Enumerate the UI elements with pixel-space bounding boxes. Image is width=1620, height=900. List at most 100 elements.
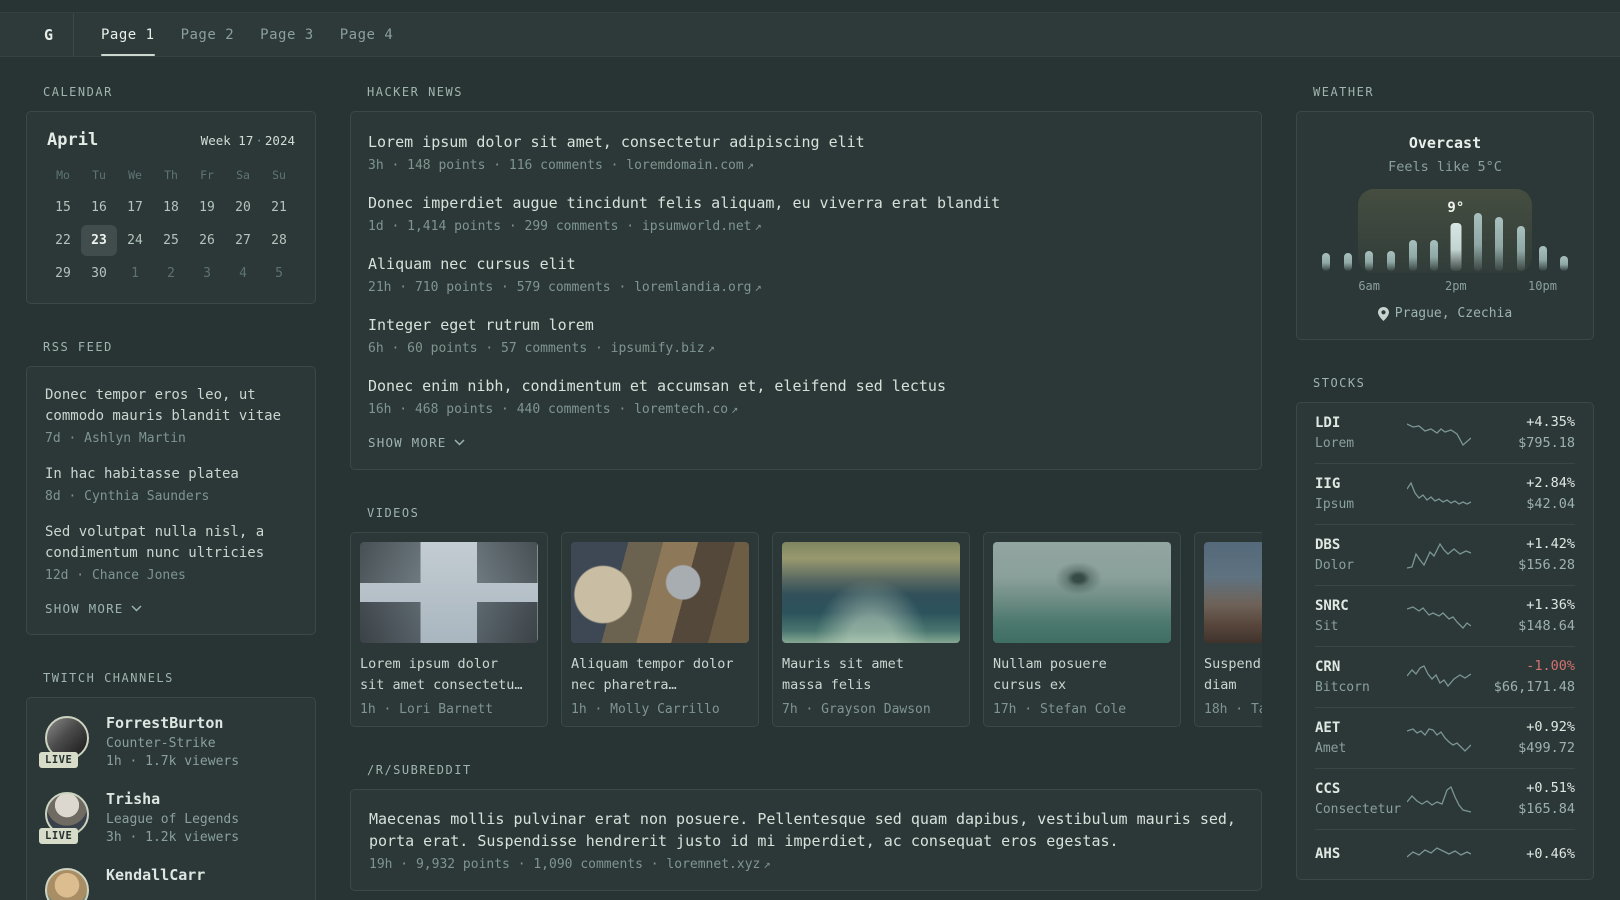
video-thumbnail[interactable] xyxy=(571,542,749,643)
rss-item-title[interactable]: Donec tempor eros leo, ut commodo mauris… xyxy=(45,385,297,427)
stock-sparkline xyxy=(1407,422,1471,446)
page-tabs: Page 1 Page 2 Page 3 Page 4 xyxy=(88,13,406,56)
subreddit-widget: /R/SUBREDDIT Maecenas mollis pulvinar er… xyxy=(350,763,1262,891)
twitch-channel[interactable]: LIVE ForrestBurton Counter-Strike 1h · 1… xyxy=(39,714,297,769)
hn-item-title[interactable]: Donec imperdiet augue tincidunt felis al… xyxy=(368,192,1244,214)
calendar-day[interactable]: 28 xyxy=(261,225,297,256)
channel-name[interactable]: ForrestBurton xyxy=(106,714,239,732)
calendar-day[interactable]: 25 xyxy=(153,225,189,256)
calendar-day[interactable]: 15 xyxy=(45,192,81,223)
video-card[interactable]: Suspendisse diam 18h · Tara xyxy=(1194,532,1262,727)
hn-show-more-button[interactable]: SHOW MORE xyxy=(368,435,1244,450)
hn-item-title[interactable]: Donec enim nibh, condimentum et accumsan… xyxy=(368,375,1244,397)
weather-feels-like: Feels like 5°C xyxy=(1388,159,1502,175)
calendar-day[interactable]: 26 xyxy=(189,225,225,256)
rss-item-title[interactable]: In hac habitasse platea xyxy=(45,464,297,485)
hn-item-domain[interactable]: loremdomain.com xyxy=(626,158,743,173)
hn-item-meta: 1d · 1,414 points · 299 comments · ipsum… xyxy=(368,219,1244,234)
calendar-day-selected[interactable]: 23 xyxy=(81,225,117,256)
stock-row[interactable]: AET Amet +0.92% $499.72 xyxy=(1315,707,1575,768)
hn-item-domain[interactable]: ipsumworld.net xyxy=(642,219,752,234)
calendar-day-next-month[interactable]: 2 xyxy=(153,258,189,289)
subreddit-post-domain[interactable]: loremnet.xyz xyxy=(666,857,760,872)
rss-show-more-button[interactable]: SHOW MORE xyxy=(45,601,297,616)
twitch-channel[interactable]: KendallCarr xyxy=(45,866,297,900)
video-card[interactable]: Mauris sit amet massa felis 7h · Grayson… xyxy=(772,532,970,727)
channel-name[interactable]: KendallCarr xyxy=(106,866,205,884)
calendar-day[interactable]: 22 xyxy=(45,225,81,256)
hn-item-title[interactable]: Lorem ipsum dolor sit amet, consectetur … xyxy=(368,131,1244,153)
calendar-day[interactable]: 29 xyxy=(45,258,81,289)
channel-category[interactable]: League of Legends xyxy=(106,812,239,827)
tab-page-4[interactable]: Page 4 xyxy=(327,13,407,56)
video-title[interactable]: Lorem ipsum dolor sit amet consectetu… xyxy=(360,654,538,696)
hn-item: Lorem ipsum dolor sit amet, consectetur … xyxy=(368,131,1244,173)
app-logo[interactable]: G xyxy=(24,13,74,56)
weather-bar xyxy=(1408,240,1417,271)
hn-item-domain[interactable]: ipsumify.biz xyxy=(611,341,705,356)
calendar-day-next-month[interactable]: 5 xyxy=(261,258,297,289)
video-thumbnail[interactable] xyxy=(782,542,960,643)
video-title[interactable]: Nullam posuere cursus ex xyxy=(993,654,1171,696)
stock-row[interactable]: CRN Bitcorn -1.00% $66,171.48 xyxy=(1315,646,1575,707)
calendar-day[interactable]: 27 xyxy=(225,225,261,256)
video-title[interactable]: Suspendisse diam xyxy=(1204,654,1262,696)
calendar-day[interactable]: 18 xyxy=(153,192,189,223)
stock-row[interactable]: SNRC Sit +1.36% $148.64 xyxy=(1315,585,1575,646)
subreddit-post-title[interactable]: Maecenas mollis pulvinar erat non posuer… xyxy=(369,808,1243,852)
calendar-day-next-month[interactable]: 4 xyxy=(225,258,261,289)
external-link-icon: ↗ xyxy=(754,219,762,233)
dot-separator: · xyxy=(255,133,263,148)
video-card[interactable]: Aliquam tempor dolor nec pharetra… 1h · … xyxy=(561,532,759,727)
calendar-day-next-month[interactable]: 3 xyxy=(189,258,225,289)
rss-card: Donec tempor eros leo, ut commodo mauris… xyxy=(26,366,316,635)
hn-item-title[interactable]: Aliquam nec cursus elit xyxy=(368,253,1244,275)
video-card[interactable]: Lorem ipsum dolor sit amet consectetu… 1… xyxy=(350,532,548,727)
stock-change: +0.46% xyxy=(1526,845,1575,862)
top-navigation-bar: G Page 1 Page 2 Page 3 Page 4 xyxy=(0,12,1620,57)
video-thumbnail[interactable] xyxy=(1204,542,1262,643)
weather-location-row[interactable]: Prague, Czechia xyxy=(1315,306,1575,321)
hn-item-domain[interactable]: loremlandia.org xyxy=(634,280,751,295)
day-header: Tu xyxy=(92,168,106,182)
stock-change: +0.51% xyxy=(1526,780,1575,796)
video-title[interactable]: Aliquam tempor dolor nec pharetra… xyxy=(571,654,749,696)
video-thumbnail[interactable] xyxy=(993,542,1171,643)
channel-meta: 1h · 1.7k viewers xyxy=(106,754,240,769)
video-title[interactable]: Mauris sit amet massa felis xyxy=(782,654,960,696)
video-card[interactable]: Nullam posuere cursus ex 17h · Stefan Co… xyxy=(983,532,1181,727)
rss-item: In hac habitasse platea 8d · Cynthia Sau… xyxy=(45,464,297,504)
calendar-day[interactable]: 17 xyxy=(117,192,153,223)
weather-condition: Overcast xyxy=(1408,134,1482,152)
tab-page-1[interactable]: Page 1 xyxy=(88,13,168,56)
tab-page-3[interactable]: Page 3 xyxy=(247,13,327,56)
stock-row[interactable]: LDI Lorem +4.35% $795.18 xyxy=(1315,403,1575,463)
calendar-day[interactable]: 24 xyxy=(117,225,153,256)
twitch-channel[interactable]: LIVE Trisha League of Legends 3h · 1.2k … xyxy=(39,790,297,845)
subreddit-post: Maecenas mollis pulvinar erat non posuer… xyxy=(369,808,1243,872)
twitch-card: LIVE ForrestBurton Counter-Strike 1h · 1… xyxy=(26,697,316,900)
stock-values: +1.42% $156.28 xyxy=(1518,536,1575,573)
video-meta: 1h · Lori Barnett xyxy=(360,702,494,717)
weather-bar xyxy=(1365,251,1374,271)
stock-row[interactable]: AHS +0.46% xyxy=(1315,829,1575,879)
stock-name: Amet xyxy=(1315,740,1347,756)
hn-item-title[interactable]: Integer eget rutrum lorem xyxy=(368,314,1244,336)
calendar-day-next-month[interactable]: 1 xyxy=(117,258,153,289)
channel-name[interactable]: Trisha xyxy=(106,790,239,808)
weather-card: Overcast Feels like 5°C 6am 2pm 10pm 9° Pra… xyxy=(1296,111,1594,340)
channel-category[interactable]: Counter-Strike xyxy=(106,736,239,751)
hn-item-domain[interactable]: loremtech.co xyxy=(634,402,728,417)
calendar-day[interactable]: 16 xyxy=(81,192,117,223)
calendar-day[interactable]: 19 xyxy=(189,192,225,223)
stock-row[interactable]: IIG Ipsum +2.84% $42.04 xyxy=(1315,463,1575,524)
calendar-day[interactable]: 20 xyxy=(225,192,261,223)
video-thumbnail[interactable] xyxy=(360,542,538,643)
stock-row[interactable]: CCS Consectetur +0.51% $165.84 xyxy=(1315,768,1575,829)
tab-page-2[interactable]: Page 2 xyxy=(168,13,248,56)
calendar-day[interactable]: 30 xyxy=(81,258,117,289)
stock-row[interactable]: DBS Dolor +1.42% $156.28 xyxy=(1315,524,1575,585)
rss-item-title[interactable]: Sed volutpat nulla nisl, a condimentum n… xyxy=(45,522,297,564)
calendar-day[interactable]: 21 xyxy=(261,192,297,223)
stock-price: $795.18 xyxy=(1518,435,1575,451)
